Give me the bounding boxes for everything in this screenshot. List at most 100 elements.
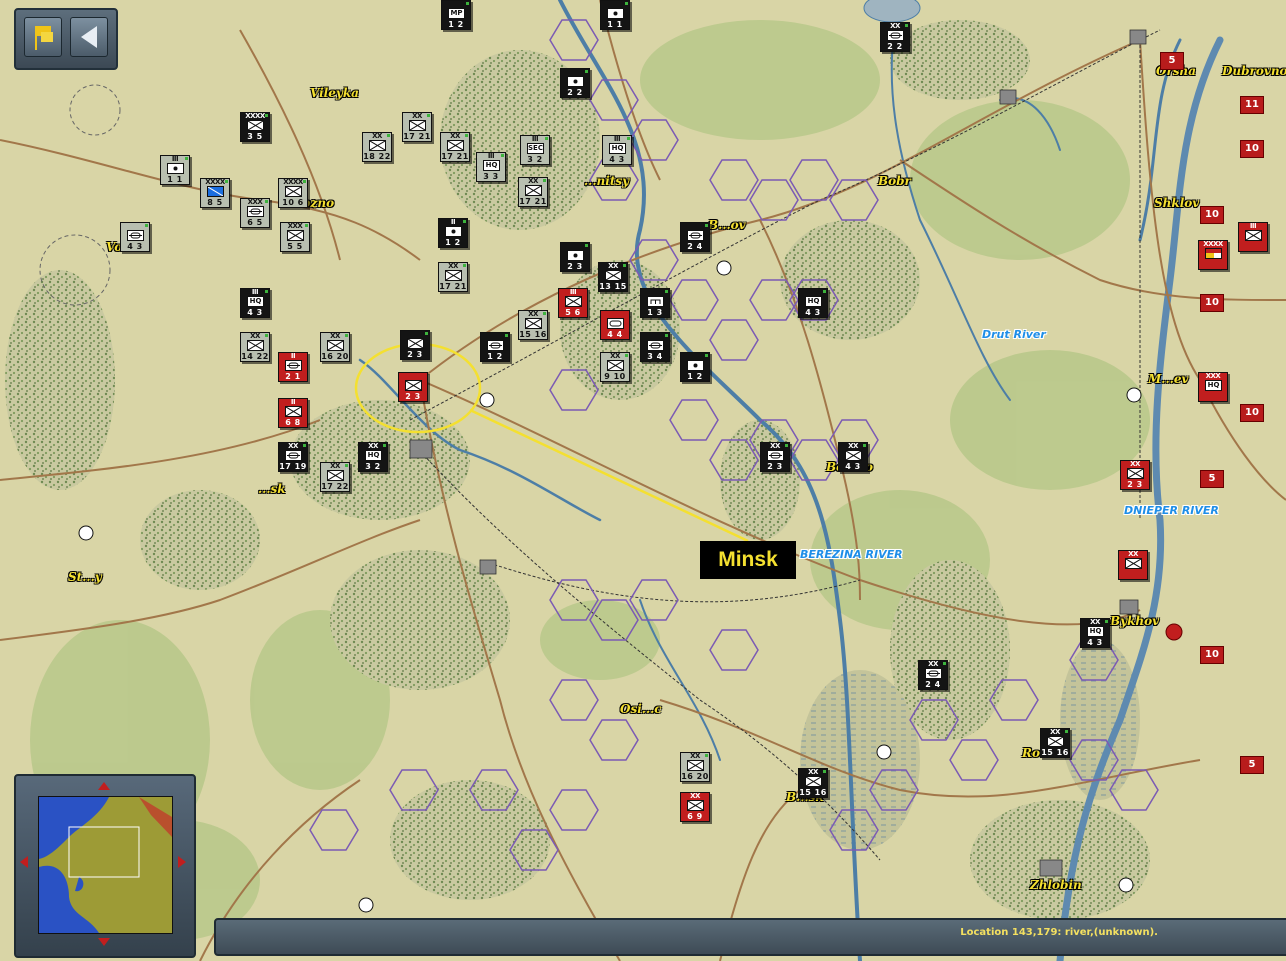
- strength-marker[interactable]: 10: [1200, 646, 1224, 664]
- unit-strength: 15 16: [519, 330, 547, 339]
- unit-counter[interactable]: XX: [1118, 550, 1148, 580]
- unit-counter[interactable]: XX HQ 4 3: [1080, 618, 1110, 648]
- strength-marker[interactable]: 10: [1240, 140, 1264, 158]
- supply-dot: [943, 662, 946, 665]
- unit-counter[interactable]: XXX HQ: [1198, 372, 1228, 402]
- back-button[interactable]: [70, 17, 108, 57]
- unit-counter[interactable]: 3 4: [640, 332, 670, 362]
- unit-counter[interactable]: 4 3: [120, 222, 150, 252]
- supply-dot: [505, 334, 508, 337]
- unit-strength: 3 3: [483, 172, 499, 181]
- unit-strength: 3 4: [647, 352, 663, 361]
- unit-counter[interactable]: XXXX 3 5: [240, 112, 270, 142]
- inf-icon: [687, 800, 704, 811]
- minimap-scroll-right[interactable]: [178, 856, 186, 868]
- unit-counter[interactable]: XX 16 20: [680, 752, 710, 782]
- unit-counter[interactable]: XXXX 8 5: [200, 178, 230, 208]
- unit-counter[interactable]: XX 18 22: [362, 132, 392, 162]
- unit-counter[interactable]: II 6 8: [278, 398, 308, 428]
- unit-counter[interactable]: XX 14 22: [240, 332, 270, 362]
- unit-counter[interactable]: III SEC 3 2: [520, 135, 550, 165]
- unit-counter[interactable]: XX 17 21: [438, 262, 468, 292]
- strength-marker[interactable]: 10: [1240, 404, 1264, 422]
- mot-icon: [925, 668, 942, 679]
- strength-marker[interactable]: 10: [1200, 206, 1224, 224]
- unit-counter[interactable]: XXXX: [1198, 240, 1228, 270]
- city-label-dubrovno: Dubrovno: [1222, 64, 1286, 78]
- unit-counter[interactable]: XX 13 15: [598, 262, 628, 292]
- unit-strength: 10 6: [282, 198, 304, 207]
- unit-counter[interactable]: XX HQ 3 2: [358, 442, 388, 472]
- unit-counter[interactable]: XXXX 10 6: [278, 178, 308, 208]
- supply-dot: [345, 464, 348, 467]
- unit-counter[interactable]: XX 17 19: [278, 442, 308, 472]
- flag-button[interactable]: [24, 17, 62, 57]
- unit-counter[interactable]: XX 15 16: [1040, 728, 1070, 758]
- unit-counter[interactable]: XX 16 20: [320, 332, 350, 362]
- unit-counter[interactable]: 2 2: [560, 68, 590, 98]
- unit-counter[interactable]: III 1 1: [160, 155, 190, 185]
- unit-counter[interactable]: XX 17 21: [440, 132, 470, 162]
- unit-counter[interactable]: HQ 4 3: [798, 288, 828, 318]
- unit-counter[interactable]: 2 3: [560, 242, 590, 272]
- unit-strength: 1 1: [167, 175, 183, 184]
- supply-dot: [543, 179, 546, 182]
- strength-marker[interactable]: 5: [1200, 470, 1224, 488]
- unit-counter[interactable]: XX 17 22: [320, 462, 350, 492]
- unit-counter[interactable]: XX 2 4: [918, 660, 948, 690]
- minimap-scroll-down[interactable]: [98, 938, 110, 946]
- unit-counter[interactable]: III 5 6: [558, 288, 588, 318]
- unit-counter[interactable]: 1 2: [480, 332, 510, 362]
- supply-dot: [265, 290, 268, 293]
- supply-dot: [305, 224, 308, 227]
- unit-strength: 1 2: [448, 20, 464, 29]
- unit-counter[interactable]: XX 6 9: [680, 792, 710, 822]
- strength-marker[interactable]: 11: [1240, 96, 1264, 114]
- strength-marker[interactable]: 10: [1200, 294, 1224, 312]
- minimap-scroll-left[interactable]: [20, 856, 28, 868]
- minimap[interactable]: [38, 796, 173, 934]
- unit-counter[interactable]: XX 15 16: [518, 310, 548, 340]
- unit-counter[interactable]: XX 9 10: [600, 352, 630, 382]
- status-bar: Location 143,179: river,(unknown).: [214, 918, 1286, 956]
- unit-strength: 16 20: [321, 352, 349, 361]
- unit-counter[interactable]: 2 4: [680, 222, 710, 252]
- unit-counter[interactable]: XX 17 21: [402, 112, 432, 142]
- unit-counter[interactable]: XXX 5 5: [280, 222, 310, 252]
- supply-dot: [785, 444, 788, 447]
- supply-dot: [225, 180, 228, 183]
- unit-counter[interactable]: III: [1238, 222, 1268, 252]
- unit-counter[interactable]: XX 2 2: [880, 22, 910, 52]
- unit-counter[interactable]: 2 3: [398, 372, 428, 402]
- supply-dot: [585, 244, 588, 247]
- flag-icon: [35, 26, 53, 50]
- unit-counter[interactable]: XX 2 3: [1120, 460, 1150, 490]
- unit-counter[interactable]: 1 2: [680, 352, 710, 382]
- city-label-osipovichi: Osi...c: [620, 702, 662, 716]
- unit-counter[interactable]: XXX 6 5: [240, 198, 270, 228]
- unit-counter[interactable]: 1 1: [600, 0, 630, 30]
- unit-counter[interactable]: XX 2 3: [760, 442, 790, 472]
- unit-counter[interactable]: II 2 1: [278, 352, 308, 382]
- strength-marker[interactable]: 5: [1240, 756, 1264, 774]
- unit-strength: 4 3: [609, 155, 625, 164]
- mot-icon: [687, 230, 704, 241]
- unit-counter[interactable]: III HQ 4 3: [602, 135, 632, 165]
- unit-counter[interactable]: XX 4 3: [838, 442, 868, 472]
- unit-counter[interactable]: 4 4: [600, 310, 630, 340]
- unit-counter[interactable]: II 1 2: [438, 218, 468, 248]
- unit-counter[interactable]: 1 3: [640, 288, 670, 318]
- minimap-panel: [14, 774, 196, 958]
- unit-counter[interactable]: III HQ 4 3: [240, 288, 270, 318]
- strength-marker[interactable]: 5: [1160, 52, 1184, 70]
- unit-size: II: [290, 352, 296, 360]
- unit-counter[interactable]: III HQ 3 3: [476, 152, 506, 182]
- unit-strength: 2 2: [567, 88, 583, 97]
- minimap-scroll-up[interactable]: [98, 782, 110, 790]
- unit-counter[interactable]: 2 3: [400, 330, 430, 360]
- unit-counter[interactable]: XX 15 16: [798, 768, 828, 798]
- supply-dot: [303, 444, 306, 447]
- unit-counter[interactable]: XX 17 21: [518, 177, 548, 207]
- unit-counter[interactable]: MP 1 2: [441, 0, 471, 30]
- unit-size: XX: [690, 792, 700, 800]
